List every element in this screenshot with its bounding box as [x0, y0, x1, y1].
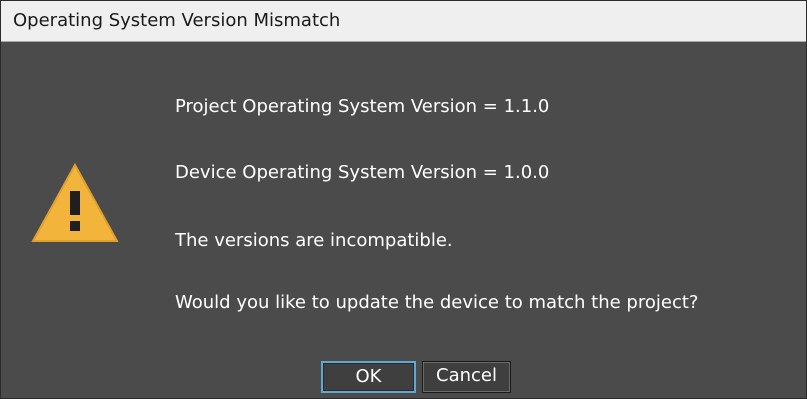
- project-version-text: Project Operating System Version = 1.1.0: [175, 96, 550, 117]
- title-bar: Operating System Version Mismatch: [1, 1, 806, 42]
- incompatible-text: The versions are incompatible.: [175, 230, 453, 251]
- dialog-title: Operating System Version Mismatch: [13, 10, 341, 31]
- warning-exclamation-bar: [70, 191, 80, 215]
- cancel-button[interactable]: Cancel: [422, 361, 511, 393]
- update-question-text: Would you like to update the device to m…: [175, 292, 699, 313]
- version-mismatch-dialog: Operating System Version Mismatch Projec…: [0, 0, 807, 399]
- warning-icon: [31, 162, 119, 242]
- ok-button[interactable]: OK: [321, 361, 416, 393]
- device-version-text: Device Operating System Version = 1.0.0: [175, 162, 550, 183]
- warning-exclamation-dot: [70, 221, 80, 231]
